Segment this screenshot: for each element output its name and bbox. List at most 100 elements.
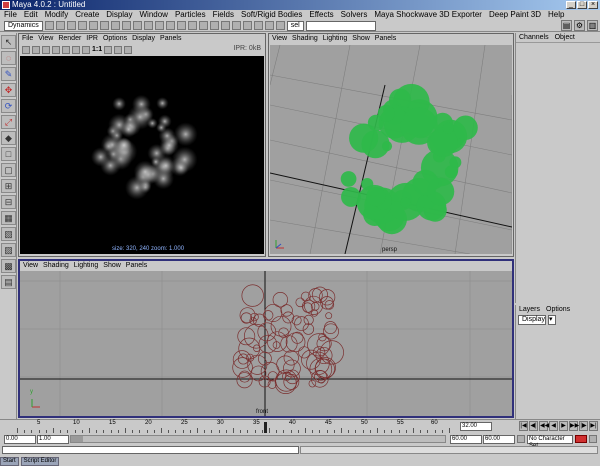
persp-graph-layout-icon[interactable]: ▧ [1,227,16,241]
auto-key-icon[interactable] [517,435,525,443]
rgb-channels-icon[interactable] [72,45,80,54]
front-menu-view[interactable]: View [23,261,38,271]
open-scene-icon[interactable] [55,21,65,30]
tool-settings-icon[interactable]: ⚙ [574,20,585,31]
four-view-layout-icon[interactable]: ⊞ [1,179,16,193]
persp-menu-panels[interactable]: Panels [375,34,396,44]
front-menu-shading[interactable]: Shading [43,261,69,271]
menu-help[interactable]: Help [548,10,564,20]
layer-display-arrow-icon[interactable]: ▾ [548,315,556,325]
menu-solvers[interactable]: Solvers [341,10,368,20]
persp-viewport[interactable]: persp [270,45,512,254]
go-to-end-icon[interactable]: ▶| [589,421,598,431]
three-view-layout-icon[interactable]: ⊟ [1,195,16,209]
layer-display-dropdown[interactable]: Display [518,315,546,325]
step-back-key-icon[interactable]: ◀| [529,421,538,431]
mask-joints-icon[interactable] [121,21,131,30]
layers-menu[interactable]: Layers [519,305,540,315]
render-layout-icon[interactable]: ▩ [1,259,16,273]
channels-menu[interactable]: Channels [519,33,549,42]
render-region-icon[interactable] [52,45,60,54]
menu-create[interactable]: Create [75,10,99,20]
render-menu-display[interactable]: Display [132,34,155,44]
render-menu-options[interactable]: Options [103,34,127,44]
persp-outliner-layout-icon[interactable]: ▦ [1,211,16,225]
minimize-button[interactable]: _ [566,1,576,9]
playback-end-field[interactable]: 60.00 [450,435,482,444]
render-menu-panels[interactable]: Panels [160,34,181,44]
manipulator-tool-icon[interactable]: ◆ [1,131,16,145]
snapshot-icon[interactable] [62,45,70,54]
menu-set-dropdown[interactable]: Dynamics [4,20,43,31]
persp-menu-view[interactable]: View [272,34,287,44]
close-button[interactable]: × [588,1,598,9]
select-by-component-icon[interactable] [99,21,109,30]
mask-deformers-icon[interactable] [154,21,164,30]
animation-prefs-icon[interactable] [589,435,597,443]
selection-set-dropdown[interactable]: sel [286,20,304,31]
menu-display[interactable]: Display [106,10,132,20]
mask-curves-icon[interactable] [132,21,142,30]
current-time-marker[interactable] [264,422,267,433]
persp-menu-show[interactable]: Show [352,34,370,44]
playback-start-field[interactable]: 1.00 [37,435,69,444]
menu-soft-rigid-bodies[interactable]: Soft/Rigid Bodies [241,10,302,20]
range-slider-bar[interactable] [70,435,446,443]
select-by-hierarchy-icon[interactable] [77,21,87,30]
time-slider[interactable]: 5 10 15 20 25 30 35 40 45 50 55 60 32.00… [0,419,600,434]
front-menu-lighting[interactable]: Lighting [74,261,99,271]
menu-fields[interactable]: Fields [213,10,234,20]
step-back-icon[interactable]: ◀◀ [539,421,549,431]
mask-handles-icon[interactable] [110,21,120,30]
front-viewport[interactable]: y front [20,271,512,416]
menu-effects[interactable]: Effects [309,10,333,20]
taskbar-script-editor[interactable]: Script Editor [20,457,60,466]
render-icon[interactable] [253,21,263,30]
persp-menu-lighting[interactable]: Lighting [323,34,348,44]
scale-tool-icon[interactable]: ⤢ [1,115,16,129]
snap-view-plane-icon[interactable] [231,21,241,30]
history-icon[interactable] [242,21,252,30]
mask-dynamics-icon[interactable] [165,21,175,30]
timeline-ruler[interactable]: 5 10 15 20 25 30 35 40 45 50 55 60 [17,420,457,434]
render-menu-view[interactable]: View [38,34,53,44]
hypershade-layout-icon[interactable]: ▨ [1,243,16,257]
front-menu-panels[interactable]: Panels [126,261,147,271]
menu-particles[interactable]: Particles [175,10,206,20]
end-time-field[interactable]: 60.00 [483,435,515,444]
maximize-button[interactable]: □ [577,1,587,9]
mask-surfaces-icon[interactable] [143,21,153,30]
object-menu[interactable]: Object [555,33,575,42]
quick-select-field[interactable] [305,20,376,31]
ipr-render-icon[interactable] [264,21,274,30]
rotate-tool-icon[interactable]: ⟳ [1,99,16,113]
go-to-start-icon[interactable]: |◀ [519,421,528,431]
range-slider-handle[interactable] [71,436,83,442]
step-forward-key-icon[interactable]: |▶ [579,421,588,431]
menu-edit[interactable]: Edit [24,10,38,20]
menu-window[interactable]: Window [140,10,168,20]
render-image-area[interactable]: size: 320, 240 zoom: 1.000 [20,56,264,254]
play-forward-icon[interactable]: ▶ [559,421,568,431]
step-forward-icon[interactable]: ▶▶ [569,421,579,431]
render-menu-file[interactable]: File [22,34,33,44]
autokey-toggle-icon[interactable] [575,435,587,443]
keep-image-icon[interactable] [104,45,113,54]
mask-rendering-icon[interactable] [176,21,186,30]
mel-command-input[interactable] [2,446,299,454]
select-by-object-icon[interactable] [88,21,98,30]
redo-render-icon[interactable] [22,45,30,54]
render-globals-icon[interactable] [275,21,285,30]
paint-select-tool-icon[interactable]: ✎ [1,67,16,81]
layer-options-menu[interactable]: Options [546,305,570,315]
move-tool-icon[interactable]: ✥ [1,83,16,97]
single-view-layout-icon[interactable]: ▢ [1,163,16,177]
front-menu-show[interactable]: Show [103,261,121,271]
character-set-dropdown[interactable]: No Character Set [527,435,573,449]
last-tool-icon[interactable]: □ [1,147,16,161]
select-tool-icon[interactable]: ↖ [1,35,16,49]
menu-modify[interactable]: Modify [45,10,69,20]
channel-box-icon[interactable]: ▥ [587,20,598,31]
save-scene-icon[interactable] [66,21,76,30]
play-backward-icon[interactable]: ◀ [549,421,558,431]
